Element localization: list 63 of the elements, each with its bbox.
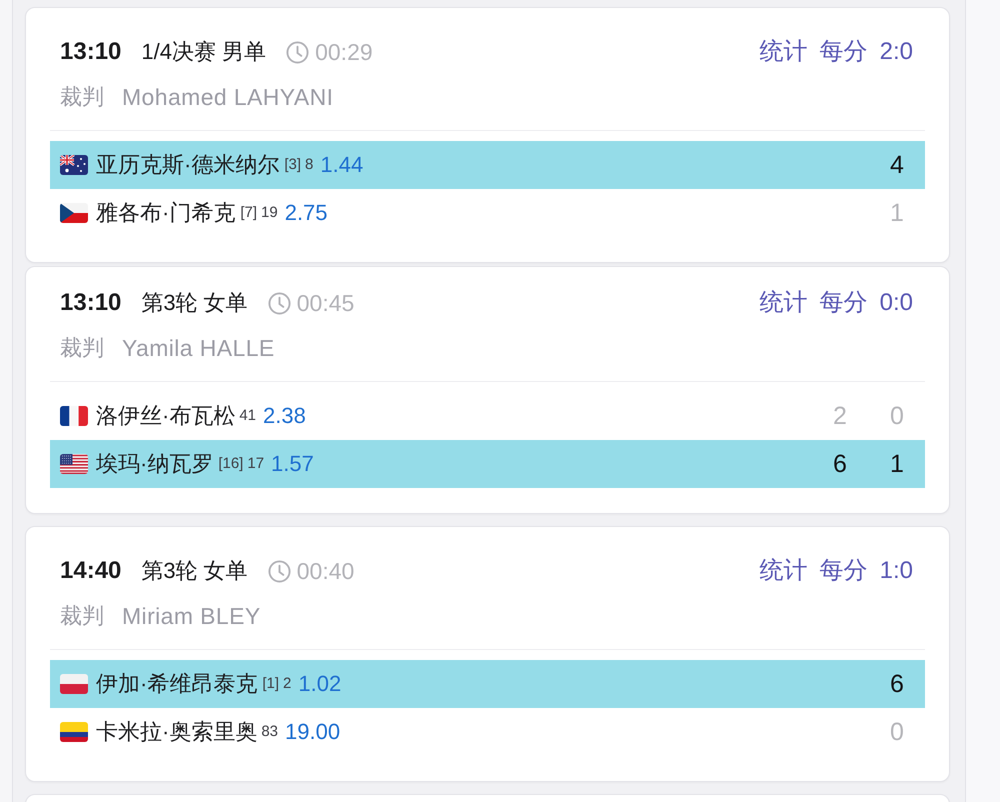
set-score: 2 [832,401,848,431]
ranking-label: 2 [283,674,292,694]
set-score: 0 [889,717,905,747]
head-to-head-link[interactable]: 1:0 [880,556,913,586]
czech-flag-icon [60,203,88,223]
stats-link[interactable]: 统计 [760,288,808,318]
poland-flag-icon [60,674,88,694]
ranking-label: 17 [247,454,264,474]
player-name: 伊加·希维昂泰克 [96,670,258,698]
seed-label: [7] [240,203,258,223]
elapsed-time: 00:29 [315,38,373,67]
stats-link[interactable]: 统计 [760,556,808,586]
umpire-label: 裁判 [60,83,104,111]
umpire-label: 裁判 [60,602,104,630]
odds-value: 1.57 [271,450,314,478]
point-by-point-link[interactable]: 每分 [820,288,868,318]
umpire-name: Miriam BLEY [122,602,261,631]
clock-icon [286,40,310,64]
player-name: 洛伊丝·布瓦松 [96,402,236,430]
match-time: 13:10 [60,288,122,318]
colombia-flag-icon [60,722,88,742]
seed-label: [16] [218,454,244,474]
player-name: 埃玛·纳瓦罗 [96,450,214,478]
seed-label: [1] [262,674,280,694]
round-label: 第3轮 女单 [141,557,248,585]
odds-value: 19.00 [285,718,340,746]
round-label: 1/4决赛 男单 [141,38,266,66]
head-to-head-link[interactable]: 0:0 [880,288,913,318]
set-score: 0 [889,401,905,431]
umpire-name: Yamila HALLE [122,334,275,363]
elapsed-time: 00:45 [296,289,354,318]
set-score: 4 [889,150,905,180]
set-score: 6 [832,449,848,479]
clock-icon [268,292,291,314]
umpire-name: Mohamed LAHYANI [122,83,334,112]
ranking-label: 41 [239,406,256,426]
point-by-point-link[interactable]: 每分 [820,556,868,586]
set-score: 6 [889,669,905,699]
round-label: 第3轮 女单 [141,289,248,317]
clock-icon [268,560,291,582]
odds-value: 2.75 [284,199,328,227]
odds-value: 1.44 [320,151,364,179]
ranking-label: 83 [261,722,278,742]
player-name: 亚历克斯·德米纳尔 [96,151,280,179]
match-time: 14:40 [60,556,122,586]
ranking-label: 19 [261,203,278,223]
odds-value: 1.02 [298,670,342,698]
match-time: 13:10 [60,37,122,67]
elapsed-time: 00:40 [296,557,354,586]
player-name: 雅各布·门希克 [96,199,236,227]
france-flag-icon [60,406,88,426]
point-by-point-link[interactable]: 每分 [820,37,868,67]
set-score: 1 [889,198,905,228]
umpire-label: 裁判 [60,334,104,362]
usa-flag-icon [60,454,88,474]
stats-link[interactable]: 统计 [760,37,808,67]
player-name: 卡米拉·奥索里奥 [96,718,258,746]
seed-label: [3] [284,155,302,175]
australia-flag-icon [60,155,88,175]
set-score: 1 [889,449,905,479]
head-to-head-link[interactable]: 2:0 [880,37,913,67]
odds-value: 2.38 [263,402,306,430]
ranking-label: 8 [305,155,314,175]
